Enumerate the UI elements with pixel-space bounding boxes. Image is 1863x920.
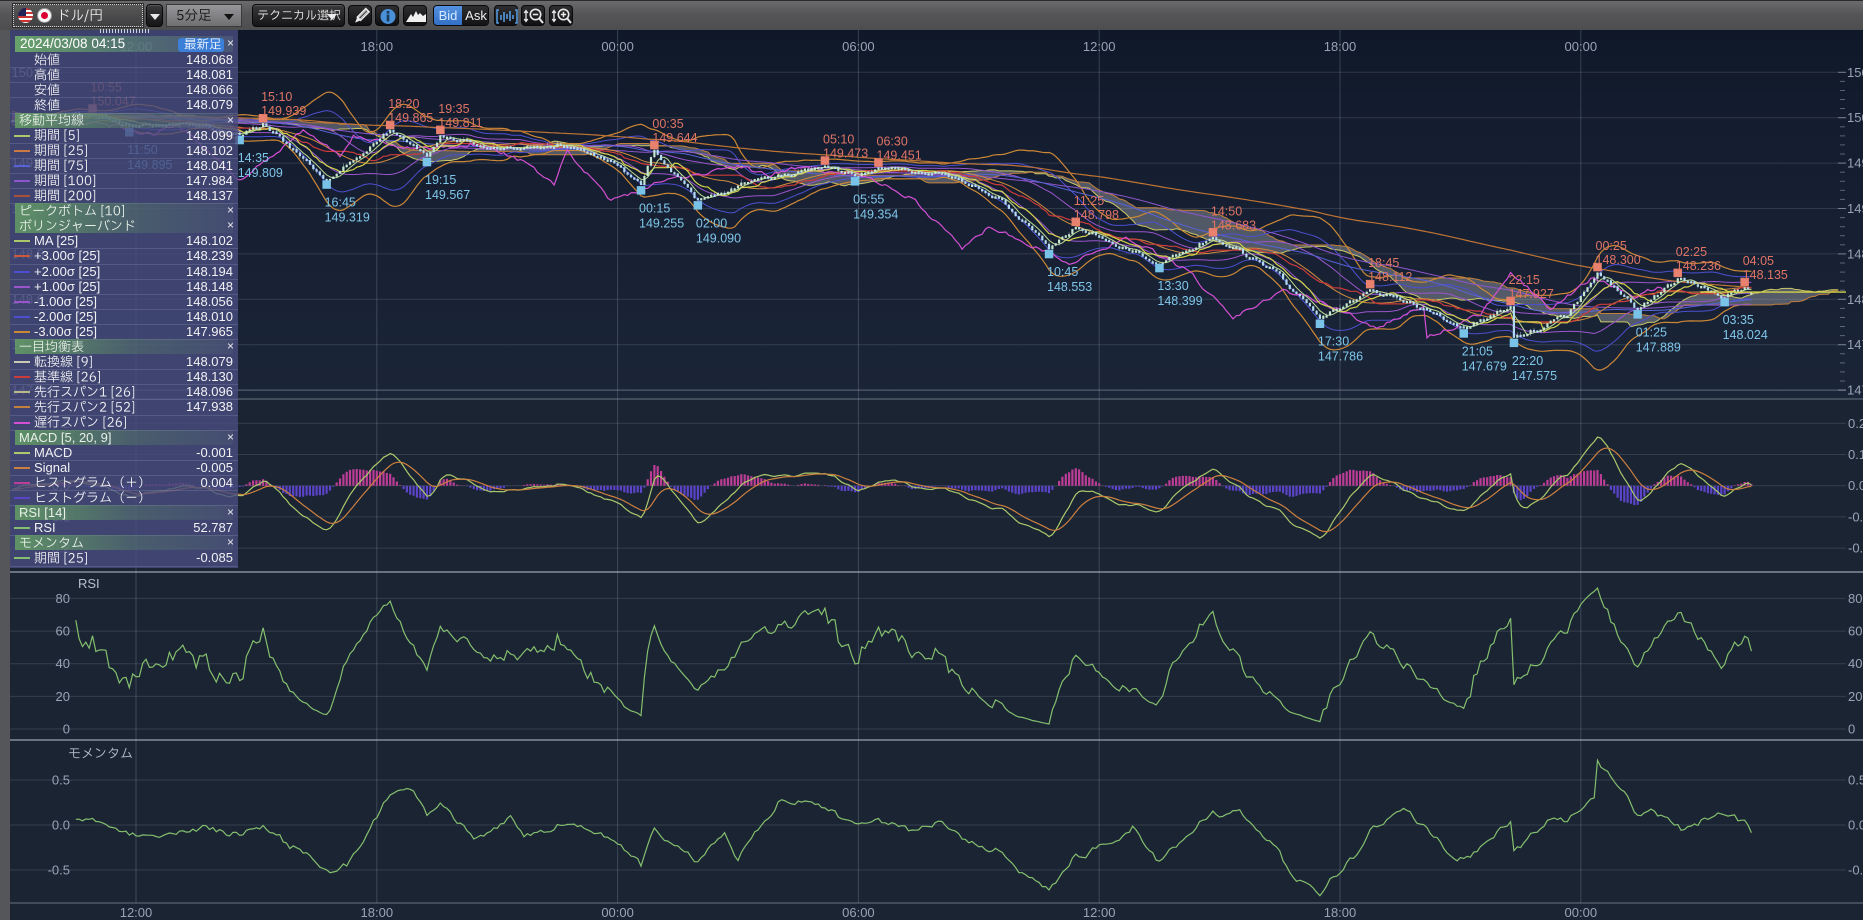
svg-text:0: 0 (1848, 722, 1855, 737)
svg-text:149.255: 149.255 (639, 216, 684, 230)
svg-text:80: 80 (1848, 591, 1862, 606)
svg-text:0.0: 0.0 (1848, 478, 1863, 493)
svg-text:0.1: 0.1 (1848, 447, 1863, 462)
svg-text:40: 40 (1848, 656, 1862, 671)
svg-text:0: 0 (63, 722, 70, 737)
svg-text:01:25: 01:25 (1636, 325, 1667, 339)
svg-text:00:25: 00:25 (1596, 239, 1627, 253)
svg-text:14:50: 14:50 (1211, 204, 1242, 218)
svg-text:19:35: 19:35 (438, 102, 469, 116)
svg-text:-0.5: -0.5 (48, 863, 70, 878)
svg-text:06:30: 06:30 (877, 135, 908, 149)
svg-text:16:45: 16:45 (325, 196, 356, 210)
svg-text:148.683: 148.683 (1211, 218, 1256, 232)
svg-text:149.865: 149.865 (388, 111, 433, 125)
svg-text:149.319: 149.319 (325, 211, 370, 225)
svg-text:148.553: 148.553 (1047, 280, 1092, 294)
svg-text:149.354: 149.354 (853, 207, 898, 221)
svg-text:149.090: 149.090 (696, 231, 741, 245)
svg-text:148.236: 148.236 (1676, 259, 1721, 273)
svg-text:0.0: 0.0 (52, 818, 70, 833)
svg-text:0.0: 0.0 (1848, 818, 1863, 833)
svg-text:147.889: 147.889 (1636, 340, 1681, 354)
svg-text:02:25: 02:25 (1676, 245, 1707, 259)
svg-text:149.451: 149.451 (877, 149, 922, 163)
svg-text:150.0: 150.0 (1847, 110, 1863, 125)
svg-text:05:55: 05:55 (853, 192, 884, 206)
svg-text:147.575: 147.575 (1512, 369, 1557, 383)
svg-text:147.679: 147.679 (1462, 359, 1507, 373)
svg-text:149.567: 149.567 (425, 188, 470, 202)
svg-text:00:00: 00:00 (1565, 905, 1598, 920)
svg-text:148.798: 148.798 (1074, 208, 1119, 222)
svg-text:148.5: 148.5 (1847, 246, 1863, 261)
svg-text:03:35: 03:35 (1723, 313, 1754, 327)
svg-text:00:00: 00:00 (601, 905, 634, 920)
svg-text:149.5: 149.5 (1847, 156, 1863, 171)
svg-text:22:20: 22:20 (1512, 354, 1543, 368)
svg-text:147.927: 147.927 (1509, 287, 1554, 301)
svg-text:149.809: 149.809 (238, 166, 283, 180)
svg-text:18:45: 18:45 (1368, 256, 1399, 270)
svg-text:0.5: 0.5 (1848, 773, 1863, 788)
svg-text:18:00: 18:00 (1324, 905, 1357, 920)
svg-text:147.0: 147.0 (1847, 383, 1863, 398)
svg-text:05:10: 05:10 (823, 133, 854, 147)
svg-text:11:25: 11:25 (1074, 194, 1104, 208)
svg-text:13:30: 13:30 (1157, 279, 1188, 293)
svg-text:12:00: 12:00 (1083, 39, 1116, 54)
svg-text:149.811: 149.811 (438, 116, 482, 130)
svg-text:-0.1: -0.1 (1848, 509, 1863, 524)
svg-text:15:10: 15:10 (261, 90, 292, 104)
svg-text:14:35: 14:35 (238, 151, 269, 165)
svg-text:12:00: 12:00 (120, 905, 153, 920)
svg-text:06:00: 06:00 (842, 905, 875, 920)
svg-text:149.644: 149.644 (652, 131, 697, 145)
svg-text:12:00: 12:00 (1083, 905, 1116, 920)
svg-text:00:00: 00:00 (601, 39, 634, 54)
svg-text:00:00: 00:00 (1565, 39, 1598, 54)
svg-text:148.112: 148.112 (1368, 270, 1412, 284)
svg-text:40: 40 (56, 656, 70, 671)
svg-text:0.5: 0.5 (52, 773, 70, 788)
svg-text:150.5: 150.5 (1847, 65, 1863, 80)
svg-text:18:00: 18:00 (361, 39, 394, 54)
svg-text:147.5: 147.5 (1847, 337, 1863, 352)
svg-text:RSI: RSI (78, 576, 100, 591)
svg-text:18:20: 18:20 (388, 97, 419, 111)
svg-text:21:05: 21:05 (1462, 344, 1493, 358)
svg-text:80: 80 (56, 591, 70, 606)
svg-text:00:15: 00:15 (639, 201, 670, 215)
svg-text:10:45: 10:45 (1047, 265, 1078, 279)
svg-text:04:05: 04:05 (1743, 254, 1774, 268)
svg-text:60: 60 (1848, 624, 1862, 639)
svg-text:149.939: 149.939 (261, 104, 306, 118)
svg-text:19:15: 19:15 (425, 173, 456, 187)
svg-text:-0.2: -0.2 (1848, 541, 1863, 556)
svg-text:148.135: 148.135 (1743, 268, 1788, 282)
svg-text:18:00: 18:00 (361, 905, 394, 920)
svg-text:148.0: 148.0 (1847, 292, 1863, 307)
svg-text:148.024: 148.024 (1723, 328, 1768, 342)
svg-text:0.2: 0.2 (1848, 416, 1863, 431)
svg-text:149.0: 149.0 (1847, 201, 1863, 216)
svg-text:60: 60 (56, 624, 70, 639)
svg-text:147.786: 147.786 (1318, 350, 1363, 364)
svg-text:148.399: 148.399 (1157, 294, 1202, 308)
svg-text:02:00: 02:00 (696, 216, 727, 230)
svg-text:-0.5: -0.5 (1848, 863, 1863, 878)
svg-text:20: 20 (56, 689, 70, 704)
svg-text:17:30: 17:30 (1318, 335, 1349, 349)
svg-text:148.300: 148.300 (1596, 253, 1641, 267)
svg-text:20: 20 (1848, 689, 1862, 704)
svg-text:00:35: 00:35 (652, 117, 683, 131)
svg-text:06:00: 06:00 (842, 39, 875, 54)
svg-text:149.473: 149.473 (823, 147, 868, 161)
svg-text:22:15: 22:15 (1509, 273, 1540, 287)
svg-text:18:00: 18:00 (1324, 39, 1357, 54)
